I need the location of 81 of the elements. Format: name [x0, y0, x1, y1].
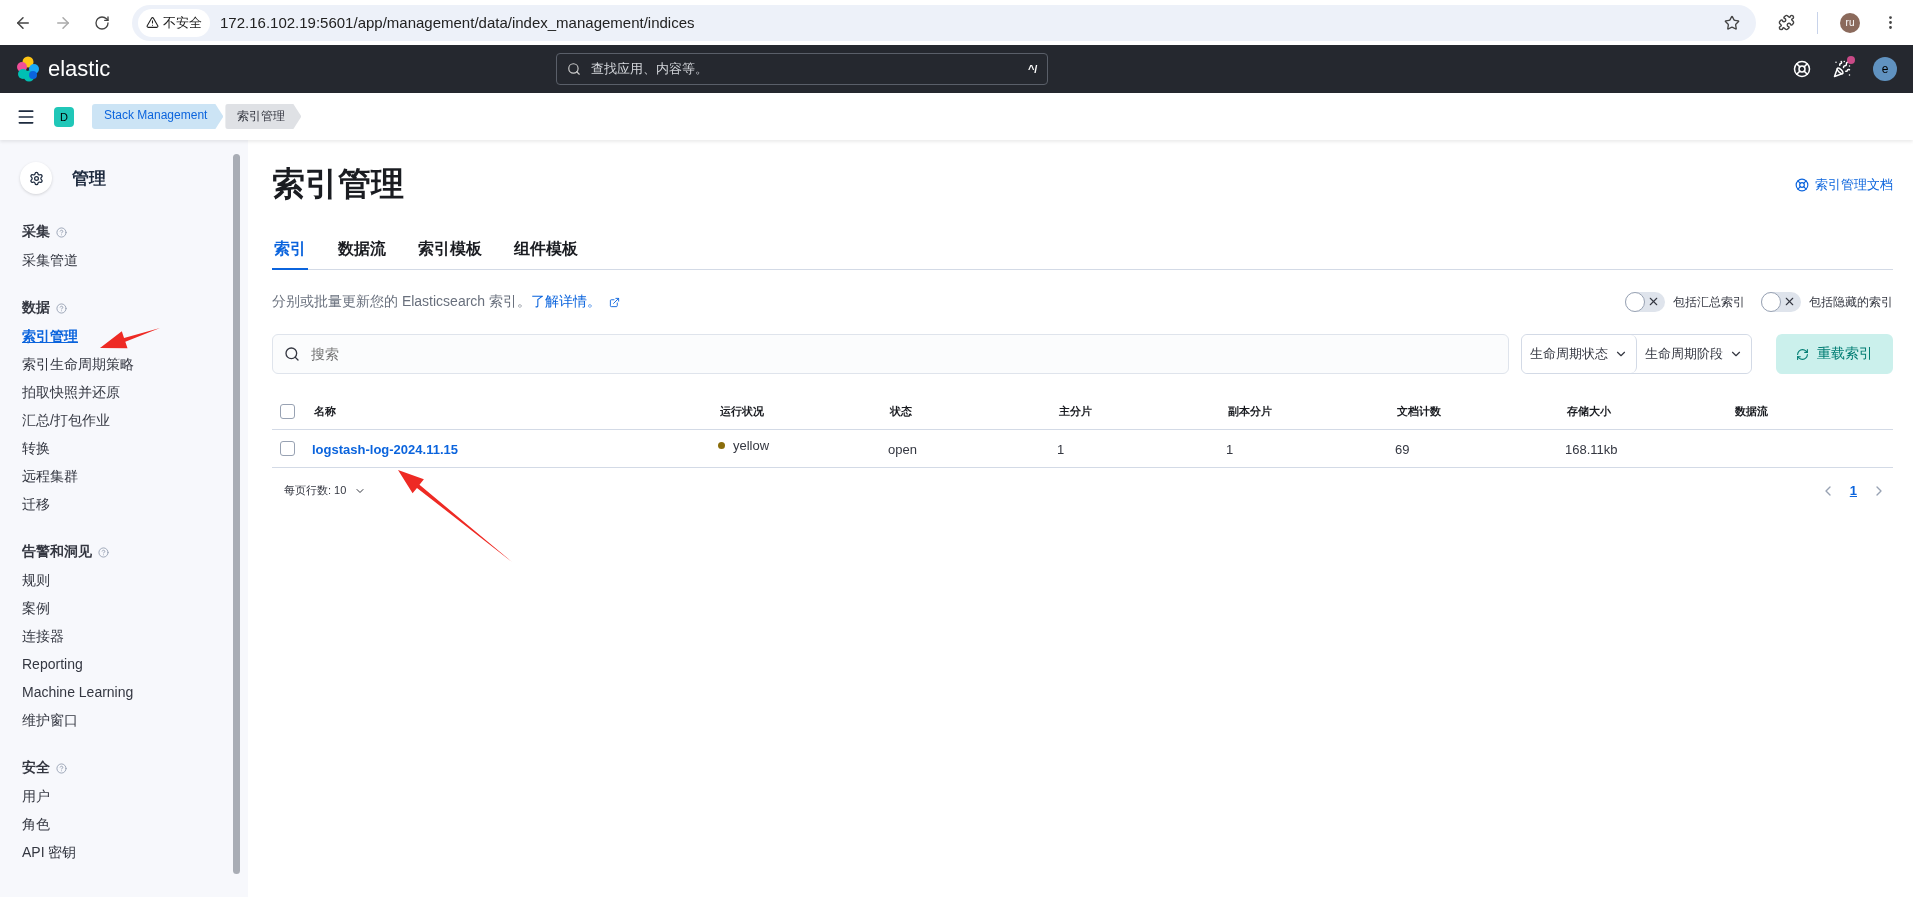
- sidebar-item[interactable]: 汇总/打包作业: [22, 406, 110, 434]
- column-header[interactable]: 数据流: [1733, 404, 1893, 419]
- toggle-switch[interactable]: 包括隐藏的索引: [1761, 292, 1893, 312]
- column-header[interactable]: 状态: [888, 404, 1057, 419]
- security-chip[interactable]: 不安全: [138, 8, 210, 37]
- settings-icon: [20, 162, 52, 194]
- tab[interactable]: 数据流: [336, 233, 388, 270]
- index-name-link[interactable]: logstash-log-2024.11.15: [312, 441, 458, 457]
- shortcut-hint: ^/: [1027, 63, 1038, 75]
- sidebar-item[interactable]: 用户: [22, 782, 50, 810]
- page-title: 索引管理: [272, 164, 404, 204]
- table-cell: 1: [1226, 441, 1234, 457]
- sidebar-item[interactable]: 角色: [22, 810, 50, 838]
- annotation-arrow: [100, 328, 160, 349]
- sidebar-item[interactable]: 索引管理: [22, 322, 78, 350]
- space-avatar[interactable]: D: [54, 106, 74, 127]
- reload-button[interactable]: 重载索引: [1776, 334, 1893, 374]
- column-header[interactable]: 文档计数: [1395, 404, 1565, 419]
- table-cell: 1: [1057, 441, 1065, 457]
- toggle-switch[interactable]: 包括汇总索引: [1625, 292, 1745, 312]
- row-checkbox[interactable]: [280, 441, 295, 456]
- sidebar-item[interactable]: 拍取快照并还原: [22, 378, 120, 406]
- reload-icon[interactable]: [94, 14, 110, 31]
- scrollbar[interactable]: [233, 154, 240, 874]
- star-icon[interactable]: [1724, 14, 1740, 31]
- sidebar-item[interactable]: 远程集群: [22, 462, 78, 490]
- page-number[interactable]: 1: [1847, 483, 1859, 498]
- search-placeholder: 查找应用、内容等。: [591, 60, 710, 78]
- breadcrumb[interactable]: 索引管理: [225, 104, 302, 129]
- cross-icon: [1783, 295, 1796, 308]
- sidebar-item[interactable]: 案例: [22, 594, 50, 622]
- profile-avatar[interactable]: ru: [1840, 12, 1860, 33]
- url-text: 172.16.102.19:5601/app/management/data/index_management/indices: [220, 14, 696, 31]
- tab[interactable]: 组件模板: [512, 233, 580, 270]
- warning-icon: [146, 16, 159, 29]
- sidebar-item[interactable]: Machine Learning: [22, 678, 134, 706]
- column-header[interactable]: 存储大小: [1565, 404, 1733, 419]
- global-search-field[interactable]: 查找应用、内容等。 ^/: [556, 53, 1049, 85]
- group-title: 采集: [22, 223, 50, 241]
- sidebar-item[interactable]: 维护窗口: [22, 706, 78, 734]
- table-cell: 168.11kb: [1565, 441, 1618, 457]
- rows-per-page-button[interactable]: 每页行数: 10: [278, 482, 373, 499]
- group-title: 数据: [22, 299, 50, 317]
- extensions-icon[interactable]: [1778, 14, 1795, 31]
- user-avatar[interactable]: e: [1873, 57, 1897, 81]
- group-title: 告警和洞见: [22, 543, 92, 561]
- sidebar-item[interactable]: 转换: [22, 434, 50, 462]
- docs-link[interactable]: 索引管理文档: [1795, 175, 1893, 194]
- tab[interactable]: 索引: [272, 233, 308, 270]
- external-link-icon: [609, 296, 621, 308]
- search-icon: [567, 62, 582, 76]
- lifebuoy-icon: [1795, 177, 1809, 192]
- sidebar-item[interactable]: API 密钥: [22, 838, 77, 866]
- sidebar-item[interactable]: 规则: [22, 566, 50, 594]
- elastic-logo-text[interactable]: elastic: [48, 56, 111, 82]
- learn-more-link[interactable]: 了解详情。: [531, 293, 602, 311]
- column-header[interactable]: 运行状况: [718, 404, 888, 419]
- column-header[interactable]: 名称: [312, 404, 718, 419]
- sidebar-item[interactable]: 采集管道: [22, 246, 78, 274]
- sidebar-item[interactable]: Reporting: [22, 650, 83, 678]
- description-text: 分别或批量更新您的 Elasticsearch 索引。: [272, 293, 532, 311]
- column-header[interactable]: 副本分片: [1226, 404, 1395, 419]
- sidebar-item[interactable]: 连接器: [22, 622, 64, 650]
- breadcrumb[interactable]: Stack Management: [92, 104, 224, 129]
- sidebar-item[interactable]: 迁移: [22, 490, 50, 518]
- tab[interactable]: 索引模板: [416, 233, 484, 270]
- select-all-checkbox[interactable]: [280, 404, 295, 419]
- table-cell: 69: [1395, 441, 1410, 457]
- sidebar-title: 管理: [72, 167, 106, 190]
- sidebar-item[interactable]: 索引生命周期策略: [22, 350, 134, 378]
- address-bar[interactable]: 不安全 172.16.102.19:5601/app/management/data/index_management/indices: [132, 4, 1756, 41]
- table-cell: yellow: [733, 438, 770, 453]
- table-cell: open: [888, 441, 917, 457]
- refresh-icon: [1796, 347, 1809, 361]
- search-field[interactable]: 搜索: [272, 334, 1509, 374]
- column-header[interactable]: 主分片: [1057, 404, 1226, 419]
- filter-dropdown[interactable]: 生命周期状态: [1522, 335, 1637, 373]
- cross-icon: [1647, 295, 1660, 308]
- elastic-logo-icon: [16, 56, 40, 82]
- search-icon: [284, 346, 300, 362]
- group-title: 安全: [22, 759, 50, 777]
